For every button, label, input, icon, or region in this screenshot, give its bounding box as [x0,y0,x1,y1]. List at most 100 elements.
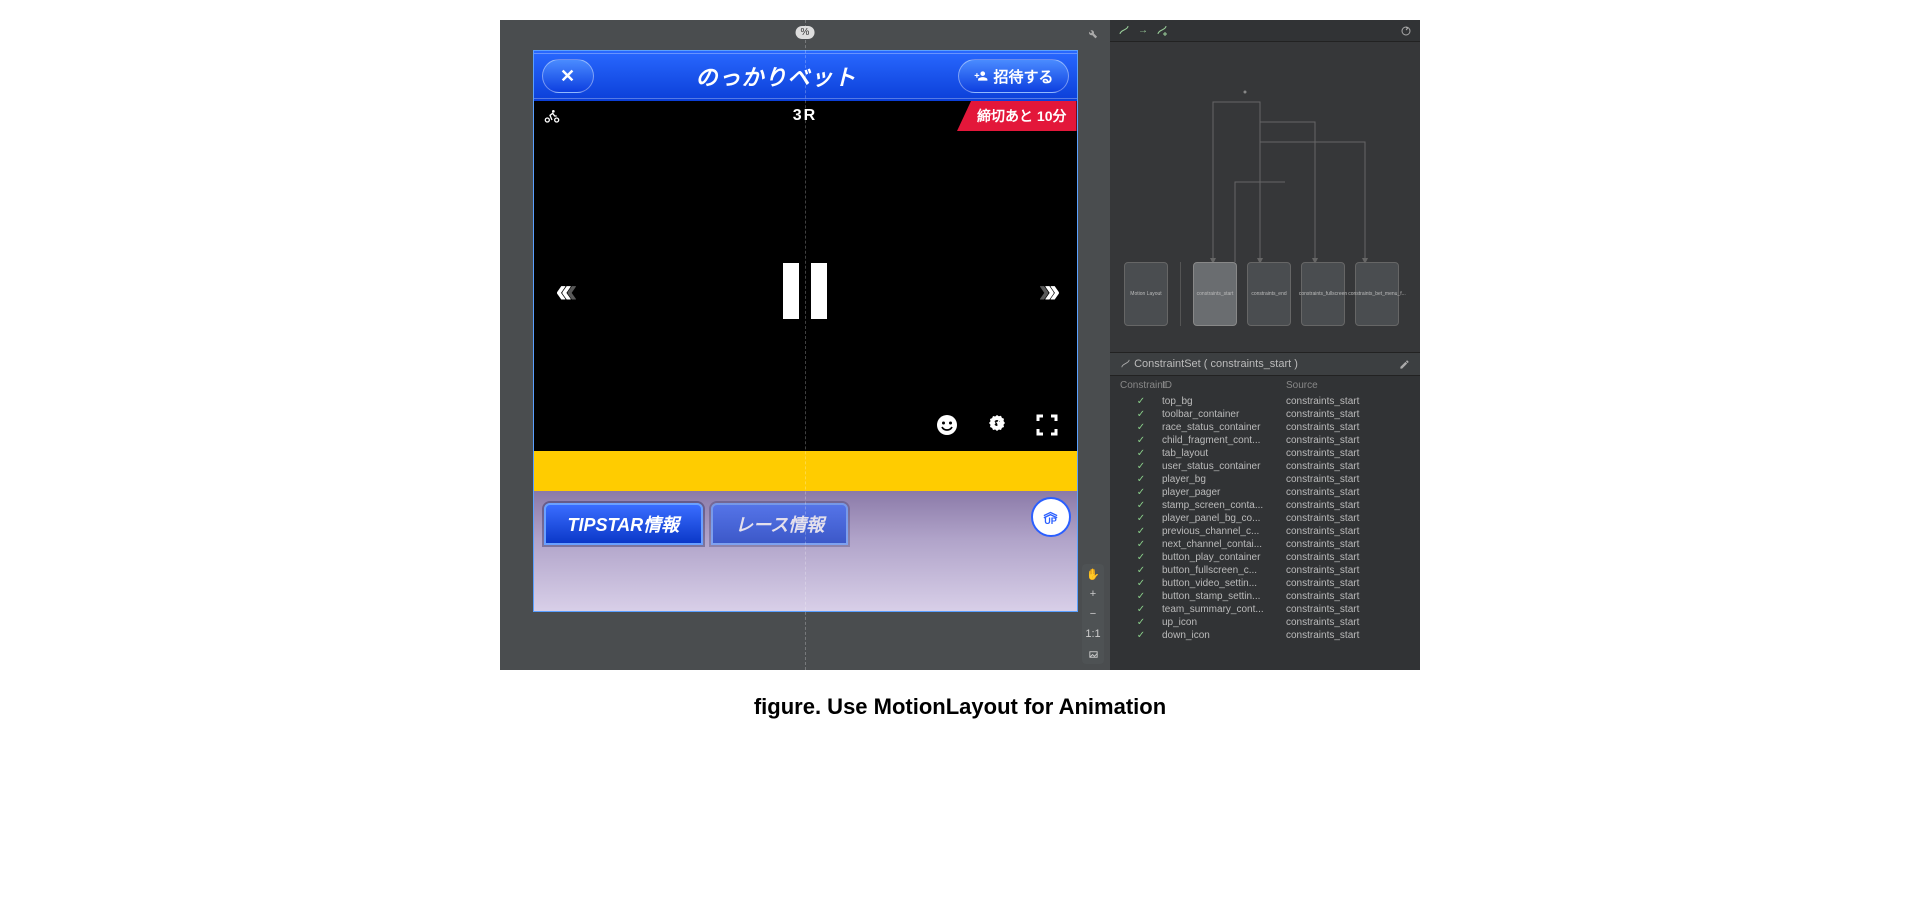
up-button[interactable]: ︽ UP [1031,497,1071,537]
constraint-row[interactable]: ✓top_bgconstraints_start [1110,395,1420,408]
prev-channel-button[interactable]: ‹‹‹ [556,272,572,311]
col-constraint[interactable]: Constraint [1120,380,1162,391]
row-source: constraints_start [1286,474,1410,485]
row-source: constraints_start [1286,578,1410,589]
check-icon: ✓ [1120,396,1162,407]
constraint-row[interactable]: ✓down_iconconstraints_start [1110,629,1420,642]
row-id: button_stamp_settin... [1162,591,1286,602]
row-id: team_summary_cont... [1162,604,1286,615]
row-source: constraints_start [1286,409,1410,420]
node-motion-layout[interactable]: Motion Layout [1124,262,1168,326]
zoom-in-button[interactable]: + [1082,584,1104,604]
check-icon: ✓ [1120,565,1162,576]
smiley-icon[interactable] [935,413,959,437]
close-button[interactable]: ✕ [542,59,594,93]
constraint-row[interactable]: ✓previous_channel_c...constraints_start [1110,525,1420,538]
next-channel-button[interactable]: ››› [1039,272,1055,311]
constraint-row[interactable]: ✓player_bgconstraints_start [1110,473,1420,486]
col-id[interactable]: ID [1162,380,1286,391]
up-label: UP [1044,516,1057,526]
check-icon: ✓ [1120,630,1162,641]
constraint-row[interactable]: ✓team_summary_cont...constraints_start [1110,603,1420,616]
wrench-icon[interactable] [1087,28,1098,39]
check-icon: ✓ [1120,461,1162,472]
check-icon: ✓ [1120,513,1162,524]
row-id: previous_channel_c... [1162,526,1286,537]
row-source: constraints_start [1286,448,1410,459]
check-icon: ✓ [1120,500,1162,511]
row-source: constraints_start [1286,461,1410,472]
row-source: constraints_start [1286,604,1410,615]
constraint-row[interactable]: ✓button_stamp_settin...constraints_start [1110,590,1420,603]
zoom-frame-button[interactable] [1082,644,1104,664]
constraintset-suffix: ) [1294,358,1298,370]
constraint-row[interactable]: ✓button_fullscreen_c...constraints_start [1110,564,1420,577]
row-id: race_status_container [1162,422,1286,433]
check-icon: ✓ [1120,526,1162,537]
percent-badge[interactable]: % [796,26,815,39]
design-surface[interactable]: % ✕ のっかりベット 招待する 3R 締切あと 10分 [500,20,1110,670]
constraintset-label: ConstraintSet ( [1134,358,1207,370]
col-source[interactable]: Source [1286,380,1410,391]
add-constraint-icon[interactable] [1156,25,1168,37]
edit-icon[interactable] [1399,359,1410,370]
constraint-row[interactable]: ✓next_channel_contai...constraints_start [1110,538,1420,551]
constraint-row[interactable]: ✓button_play_containerconstraints_start [1110,551,1420,564]
tab-race-info[interactable]: レース情報 [711,503,848,545]
check-icon: ✓ [1120,539,1162,550]
row-source: constraints_start [1286,565,1410,576]
deadline-chip: 締切あと 10分 [957,101,1076,131]
check-icon: ✓ [1120,409,1162,420]
constraintset-name: constraints_start [1211,358,1292,370]
constraint-row[interactable]: ✓child_fragment_cont...constraints_start [1110,434,1420,447]
person-add-icon [973,69,989,83]
row-id: player_panel_bg_co... [1162,513,1286,524]
row-source: constraints_start [1286,552,1410,563]
check-icon: ✓ [1120,578,1162,589]
constraintset-header: ConstraintSet ( constraints_start ) [1110,352,1420,376]
invite-button[interactable]: 招待する [958,59,1068,93]
app-title: のっかりベット [695,60,856,92]
constraint-row[interactable]: ✓toolbar_containerconstraints_start [1110,408,1420,421]
row-id: user_status_container [1162,461,1286,472]
constraint-row[interactable]: ✓player_panel_bg_co...constraints_start [1110,512,1420,525]
constraint-row[interactable]: ✓stamp_screen_conta...constraints_start [1110,499,1420,512]
chevron-up-icon: ︽ [1044,508,1058,516]
zoom-fit-button[interactable]: 1:1 [1082,624,1104,644]
row-id: up_icon [1162,617,1286,628]
transition-icon[interactable] [1118,25,1130,37]
constraint-row[interactable]: ✓up_iconconstraints_start [1110,616,1420,629]
row-id: button_video_settin... [1162,578,1286,589]
constraint-row[interactable]: ✓tab_layoutconstraints_start [1110,447,1420,460]
gear-icon[interactable] [985,413,1009,437]
row-source: constraints_start [1286,591,1410,602]
row-source: constraints_start [1286,617,1410,628]
constraint-row[interactable]: ✓player_pagerconstraints_start [1110,486,1420,499]
check-icon: ✓ [1120,591,1162,602]
fullscreen-icon[interactable] [1035,413,1059,437]
node-constraints-start[interactable]: constraints_start [1193,262,1237,326]
row-id: child_fragment_cont... [1162,435,1286,446]
arrow-right-icon[interactable]: → [1138,25,1148,37]
figure-caption: figure. Use MotionLayout for Animation [754,694,1166,720]
center-guideline [805,20,806,670]
motion-graph[interactable]: Motion Layout constraints_start constrai… [1110,42,1420,352]
row-source: constraints_start [1286,500,1410,511]
row-source: constraints_start [1286,526,1410,537]
constraint-row[interactable]: ✓button_video_settin...constraints_start [1110,577,1420,590]
row-source: constraints_start [1286,513,1410,524]
row-id: down_icon [1162,630,1286,641]
constraint-row[interactable]: ✓race_status_containerconstraints_start [1110,421,1420,434]
tab-tipstar[interactable]: TIPSTAR情報 [544,503,704,545]
constraint-row[interactable]: ✓user_status_containerconstraints_start [1110,460,1420,473]
node-constraints-bet-menu[interactable]: constraints_bet_menu_f... [1355,262,1399,326]
zoom-out-button[interactable]: − [1082,604,1104,624]
cycle-icon[interactable] [1400,25,1412,37]
row-source: constraints_start [1286,539,1410,550]
transition-arcs [1185,82,1405,262]
node-constraints-fullscreen[interactable]: constraints_fullscreen [1301,262,1345,326]
pan-button[interactable]: ✋ [1082,564,1104,584]
node-constraints-end[interactable]: constraints_end [1247,262,1291,326]
check-icon: ✓ [1120,448,1162,459]
check-icon: ✓ [1120,422,1162,433]
